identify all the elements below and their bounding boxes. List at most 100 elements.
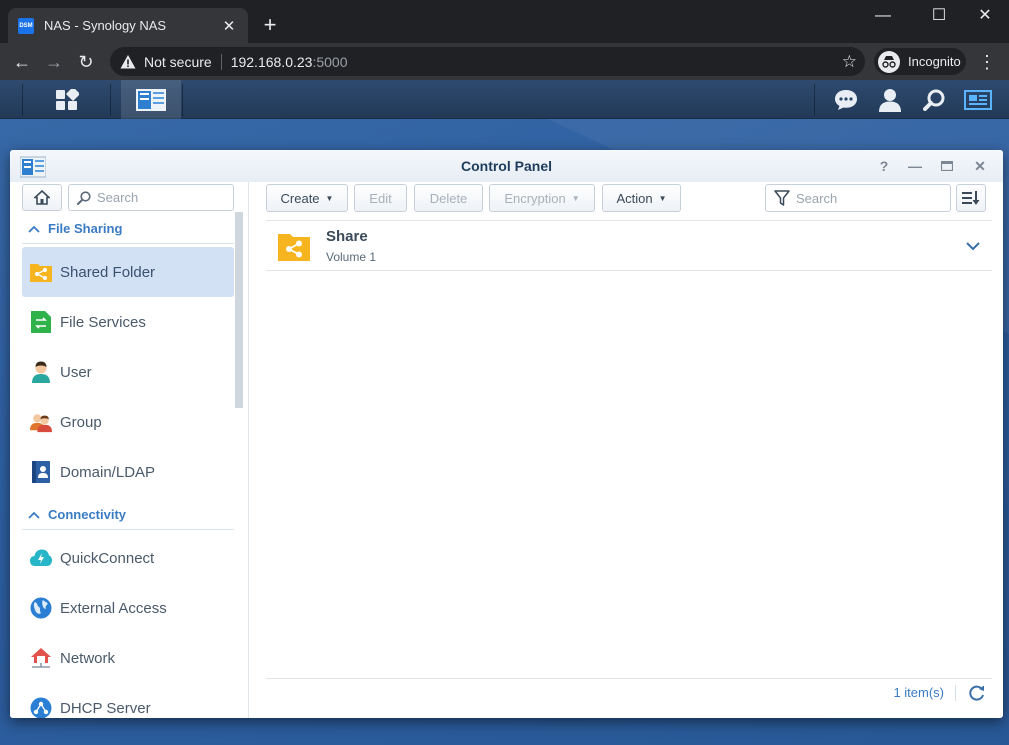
encryption-button[interactable]: Encryption ▼: [489, 184, 595, 212]
domain-ldap-icon: [30, 461, 52, 483]
action-button[interactable]: Action ▼: [602, 184, 681, 212]
help-icon[interactable]: ?: [873, 156, 895, 176]
sidebar-item-network[interactable]: Network: [22, 633, 234, 683]
chat-bubble-icon: [835, 89, 857, 110]
notifications-button[interactable]: [830, 80, 862, 119]
action-label: Action: [616, 190, 653, 206]
list-filter[interactable]: [765, 184, 951, 212]
taskbar-divider: [814, 84, 815, 116]
sidebar-item-label: Group: [60, 413, 102, 431]
shared-folder-icon: [30, 261, 52, 283]
network-icon: [30, 647, 52, 669]
folder-location: Volume 1: [326, 250, 377, 264]
control-panel-icon: [20, 156, 46, 178]
encryption-label: Encryption: [504, 190, 566, 206]
search-button[interactable]: [918, 80, 950, 119]
sidebar-item-user[interactable]: User: [22, 347, 234, 397]
refresh-icon[interactable]: [968, 684, 986, 702]
maximize-icon[interactable]: [936, 156, 958, 176]
list-footer: 1 item(s): [266, 678, 992, 706]
sidebar-item-external-access[interactable]: External Access: [22, 583, 234, 633]
main-menu-icon: [56, 88, 79, 110]
minimize-window-icon[interactable]: —: [861, 4, 905, 28]
chevron-down-icon[interactable]: [964, 237, 982, 255]
caret-down-icon: ▼: [325, 193, 334, 203]
sidebar-item-label: Domain/LDAP: [60, 463, 156, 481]
sidebar-item-file-services[interactable]: File Services: [22, 297, 234, 347]
security-status[interactable]: Not secure: [144, 54, 212, 70]
edit-label: Edit: [369, 190, 392, 206]
filter-input[interactable]: [796, 190, 946, 206]
sidebar-item-group[interactable]: Group: [22, 397, 234, 447]
sidebar-item-label: DHCP Server: [60, 699, 151, 717]
back-icon[interactable]: ←: [10, 50, 34, 74]
minimize-icon[interactable]: —: [904, 156, 926, 176]
footer-divider: [955, 685, 956, 701]
forward-icon[interactable]: →: [42, 50, 66, 74]
section-label: Connectivity: [48, 507, 127, 522]
taskbar-control-panel-button[interactable]: [121, 80, 181, 119]
new-tab-icon[interactable]: +: [260, 12, 280, 38]
url-host: 192.168.0.23: [230, 53, 313, 70]
close-window-icon[interactable]: ✕: [963, 4, 1007, 28]
sidebar-item-label: QuickConnect: [60, 549, 155, 567]
maximize-window-icon[interactable]: ☐: [917, 4, 961, 28]
file-services-icon: [30, 311, 52, 333]
tab-title: NAS - Synology NAS: [44, 18, 167, 33]
filter-icon: [774, 190, 790, 206]
sort-icon: [962, 191, 980, 205]
sidebar-search-input[interactable]: [97, 190, 227, 205]
widgets-icon: [964, 89, 992, 110]
sidebar-item-quickconnect[interactable]: QuickConnect: [22, 533, 234, 583]
sidebar-item-dhcp-server[interactable]: DHCP Server: [22, 683, 234, 718]
sort-button[interactable]: [956, 184, 986, 212]
browser-tab[interactable]: DSM NAS - Synology NAS ✕: [8, 8, 248, 43]
user-options-button[interactable]: [874, 80, 906, 119]
search-icon: [77, 190, 91, 205]
browser-toolbar: ← → ↻ Not secure 192.168.0.23:5000 ☆ Inc…: [0, 43, 1009, 80]
bookmark-star-icon[interactable]: ☆: [842, 52, 857, 72]
sidebar-item-label: File Services: [60, 313, 146, 331]
edit-button[interactable]: Edit: [354, 184, 407, 212]
window-title-bar[interactable]: Control Panel ? — ✕: [10, 150, 1003, 182]
close-tab-icon[interactable]: ✕: [220, 17, 238, 35]
section-connectivity[interactable]: Connectivity: [22, 500, 234, 530]
delete-label: Delete: [429, 190, 468, 206]
incognito-badge[interactable]: Incognito: [874, 48, 966, 75]
section-label: File Sharing: [48, 221, 123, 236]
section-file-sharing[interactable]: File Sharing: [22, 214, 234, 244]
control-panel-icon: [136, 88, 166, 111]
browser-tab-strip: DSM NAS - Synology NAS ✕ + — ☐ ✕: [0, 0, 1009, 43]
quickconnect-icon: [30, 547, 52, 569]
chevron-up-icon: [28, 511, 40, 519]
dsm-favicon-icon: DSM: [18, 17, 34, 34]
taskbar-divider: [110, 84, 111, 116]
widgets-button[interactable]: [960, 80, 996, 119]
main-menu-button[interactable]: [24, 80, 110, 119]
sidebar-scrollbar[interactable]: [235, 212, 243, 408]
folder-name: Share: [326, 228, 368, 245]
taskbar-divider: [182, 84, 183, 116]
external-access-icon: [30, 597, 52, 619]
sidebar-item-label: External Access: [60, 599, 167, 617]
home-icon: [34, 190, 50, 205]
sidebar-item-label: Network: [60, 649, 116, 667]
shared-folder-icon: [278, 234, 310, 261]
delete-button[interactable]: Delete: [414, 184, 483, 212]
list-item[interactable]: Share Volume 1: [266, 221, 992, 271]
incognito-icon: [878, 50, 900, 73]
browser-menu-icon[interactable]: ⋮: [978, 51, 996, 73]
close-icon[interactable]: ✕: [969, 156, 991, 176]
incognito-label: Incognito: [908, 54, 961, 69]
user-icon: [879, 88, 901, 112]
url-divider: [220, 53, 222, 70]
sidebar-item-domain-ldap[interactable]: Domain/LDAP: [22, 447, 234, 497]
address-bar[interactable]: Not secure 192.168.0.23:5000 ☆: [110, 47, 865, 76]
caret-down-icon: ▼: [571, 193, 580, 203]
create-button[interactable]: Create ▼: [266, 184, 348, 212]
sidebar-item-shared-folder[interactable]: Shared Folder: [22, 247, 234, 297]
user-icon: [30, 361, 52, 383]
reload-icon[interactable]: ↻: [74, 50, 98, 74]
home-button[interactable]: [22, 184, 62, 211]
sidebar-search[interactable]: [68, 184, 234, 211]
